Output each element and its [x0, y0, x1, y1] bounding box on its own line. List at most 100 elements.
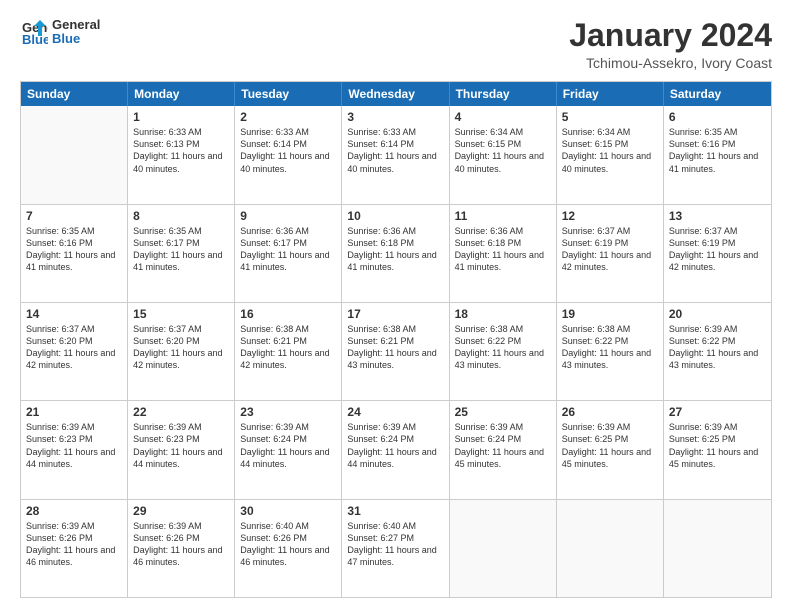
- day-number: 14: [26, 307, 122, 321]
- day-number: 29: [133, 504, 229, 518]
- logo-line1: General: [52, 18, 100, 32]
- header-day-tuesday: Tuesday: [235, 82, 342, 106]
- logo-line2: Blue: [52, 32, 100, 46]
- calendar-cell-1-1: 8 Sunrise: 6:35 AMSunset: 6:17 PMDaylight…: [128, 205, 235, 302]
- calendar-cell-2-0: 14 Sunrise: 6:37 AMSunset: 6:20 PMDayligh…: [21, 303, 128, 400]
- calendar-body: 1Sunrise: 6:33 AMSunset: 6:13 PMDaylight…: [21, 106, 771, 597]
- calendar-cell-3-4: 25 Sunrise: 6:39 AMSunset: 6:24 PMDayligh…: [450, 401, 557, 498]
- cell-info: Sunrise: 6:40 AMSunset: 6:27 PMDaylight:…: [347, 520, 443, 569]
- day-number: 10: [347, 209, 443, 223]
- calendar-cell-0-0: [21, 106, 128, 203]
- calendar-cell-4-4: [450, 500, 557, 597]
- calendar-cell-0-1: 1Sunrise: 6:33 AMSunset: 6:13 PMDaylight…: [128, 106, 235, 203]
- calendar-cell-3-5: 26Sunrise: 6:39 AMSunset: 6:25 PMDayligh…: [557, 401, 664, 498]
- cell-info: Sunrise: 6:37 AMSunset: 6:19 PMDaylight:…: [669, 225, 766, 274]
- calendar-cell-3-0: 21 Sunrise: 6:39 AMSunset: 6:23 PMDayligh…: [21, 401, 128, 498]
- calendar-header: SundayMondayTuesdayWednesdayThursdayFrid…: [21, 82, 771, 106]
- header-day-saturday: Saturday: [664, 82, 771, 106]
- calendar-row-4: 28 Sunrise: 6:39 AMSunset: 6:26 PMDayligh…: [21, 499, 771, 597]
- cell-info: Sunrise: 6:34 AMSunset: 6:15 PMDaylight:…: [455, 126, 551, 175]
- calendar: SundayMondayTuesdayWednesdayThursdayFrid…: [20, 81, 772, 598]
- day-number: 31: [347, 504, 443, 518]
- calendar-row-3: 21 Sunrise: 6:39 AMSunset: 6:23 PMDayligh…: [21, 400, 771, 498]
- day-number: 26: [562, 405, 658, 419]
- title-block: January 2024 Tchimou-Assekro, Ivory Coas…: [569, 18, 772, 71]
- day-number: 24: [347, 405, 443, 419]
- day-number: 18: [455, 307, 551, 321]
- day-number: 6: [669, 110, 766, 124]
- cell-info: Sunrise: 6:39 AMSunset: 6:24 PMDaylight:…: [240, 421, 336, 470]
- calendar-cell-2-3: 17Sunrise: 6:38 AMSunset: 6:21 PMDayligh…: [342, 303, 449, 400]
- calendar-cell-1-6: 13 Sunrise: 6:37 AMSunset: 6:19 PMDayligh…: [664, 205, 771, 302]
- cell-info: Sunrise: 6:33 AMSunset: 6:14 PMDaylight:…: [240, 126, 336, 175]
- calendar-cell-1-5: 12Sunrise: 6:37 AMSunset: 6:19 PMDayligh…: [557, 205, 664, 302]
- cell-info: Sunrise: 6:37 AMSunset: 6:19 PMDaylight:…: [562, 225, 658, 274]
- calendar-cell-4-1: 29Sunrise: 6:39 AMSunset: 6:26 PMDayligh…: [128, 500, 235, 597]
- calendar-cell-1-4: 11Sunrise: 6:36 AMSunset: 6:18 PMDayligh…: [450, 205, 557, 302]
- month-year-title: January 2024: [569, 18, 772, 53]
- calendar-cell-4-0: 28 Sunrise: 6:39 AMSunset: 6:26 PMDayligh…: [21, 500, 128, 597]
- cell-info: Sunrise: 6:37 AMSunset: 6:20 PMDaylight:…: [26, 323, 122, 372]
- day-number: 28: [26, 504, 122, 518]
- calendar-row-1: 7 Sunrise: 6:35 AMSunset: 6:16 PMDaylight…: [21, 204, 771, 302]
- header-day-thursday: Thursday: [450, 82, 557, 106]
- page: General Blue General Blue January 2024 T…: [0, 0, 792, 612]
- day-number: 20: [669, 307, 766, 321]
- calendar-cell-3-1: 22Sunrise: 6:39 AMSunset: 6:23 PMDayligh…: [128, 401, 235, 498]
- cell-info: Sunrise: 6:38 AMSunset: 6:21 PMDaylight:…: [240, 323, 336, 372]
- day-number: 2: [240, 110, 336, 124]
- day-number: 7: [26, 209, 122, 223]
- cell-info: Sunrise: 6:39 AMSunset: 6:22 PMDaylight:…: [669, 323, 766, 372]
- day-number: 3: [347, 110, 443, 124]
- day-number: 8: [133, 209, 229, 223]
- cell-info: Sunrise: 6:39 AMSunset: 6:25 PMDaylight:…: [669, 421, 766, 470]
- day-number: 21: [26, 405, 122, 419]
- day-number: 16: [240, 307, 336, 321]
- cell-info: Sunrise: 6:39 AMSunset: 6:26 PMDaylight:…: [26, 520, 122, 569]
- calendar-row-2: 14 Sunrise: 6:37 AMSunset: 6:20 PMDayligh…: [21, 302, 771, 400]
- header-day-wednesday: Wednesday: [342, 82, 449, 106]
- calendar-cell-2-4: 18 Sunrise: 6:38 AMSunset: 6:22 PMDayligh…: [450, 303, 557, 400]
- calendar-cell-4-3: 31 Sunrise: 6:40 AMSunset: 6:27 PMDayligh…: [342, 500, 449, 597]
- header-day-sunday: Sunday: [21, 82, 128, 106]
- calendar-cell-1-2: 9 Sunrise: 6:36 AMSunset: 6:17 PMDaylight…: [235, 205, 342, 302]
- location-label: Tchimou-Assekro, Ivory Coast: [569, 55, 772, 71]
- day-number: 9: [240, 209, 336, 223]
- calendar-cell-1-3: 10 Sunrise: 6:36 AMSunset: 6:18 PMDayligh…: [342, 205, 449, 302]
- calendar-cell-0-3: 3 Sunrise: 6:33 AMSunset: 6:14 PMDaylight…: [342, 106, 449, 203]
- cell-info: Sunrise: 6:35 AMSunset: 6:16 PMDaylight:…: [669, 126, 766, 175]
- cell-info: Sunrise: 6:39 AMSunset: 6:23 PMDaylight:…: [133, 421, 229, 470]
- logo: General Blue General Blue: [20, 18, 100, 47]
- day-number: 17: [347, 307, 443, 321]
- header-day-monday: Monday: [128, 82, 235, 106]
- day-number: 30: [240, 504, 336, 518]
- cell-info: Sunrise: 6:37 AMSunset: 6:20 PMDaylight:…: [133, 323, 229, 372]
- cell-info: Sunrise: 6:33 AMSunset: 6:14 PMDaylight:…: [347, 126, 443, 175]
- day-number: 19: [562, 307, 658, 321]
- day-number: 13: [669, 209, 766, 223]
- calendar-cell-4-5: [557, 500, 664, 597]
- day-number: 5: [562, 110, 658, 124]
- cell-info: Sunrise: 6:36 AMSunset: 6:17 PMDaylight:…: [240, 225, 336, 274]
- calendar-cell-0-2: 2 Sunrise: 6:33 AMSunset: 6:14 PMDaylight…: [235, 106, 342, 203]
- day-number: 23: [240, 405, 336, 419]
- calendar-cell-2-2: 16 Sunrise: 6:38 AMSunset: 6:21 PMDayligh…: [235, 303, 342, 400]
- cell-info: Sunrise: 6:39 AMSunset: 6:23 PMDaylight:…: [26, 421, 122, 470]
- cell-info: Sunrise: 6:36 AMSunset: 6:18 PMDaylight:…: [455, 225, 551, 274]
- cell-info: Sunrise: 6:40 AMSunset: 6:26 PMDaylight:…: [240, 520, 336, 569]
- cell-info: Sunrise: 6:38 AMSunset: 6:22 PMDaylight:…: [455, 323, 551, 372]
- day-number: 25: [455, 405, 551, 419]
- cell-info: Sunrise: 6:36 AMSunset: 6:18 PMDaylight:…: [347, 225, 443, 274]
- calendar-row-0: 1Sunrise: 6:33 AMSunset: 6:13 PMDaylight…: [21, 106, 771, 203]
- svg-text:Blue: Blue: [22, 32, 48, 46]
- cell-info: Sunrise: 6:35 AMSunset: 6:16 PMDaylight:…: [26, 225, 122, 274]
- calendar-cell-3-2: 23 Sunrise: 6:39 AMSunset: 6:24 PMDayligh…: [235, 401, 342, 498]
- cell-info: Sunrise: 6:35 AMSunset: 6:17 PMDaylight:…: [133, 225, 229, 274]
- calendar-cell-2-5: 19Sunrise: 6:38 AMSunset: 6:22 PMDayligh…: [557, 303, 664, 400]
- calendar-cell-3-6: 27Sunrise: 6:39 AMSunset: 6:25 PMDayligh…: [664, 401, 771, 498]
- calendar-cell-2-6: 20 Sunrise: 6:39 AMSunset: 6:22 PMDayligh…: [664, 303, 771, 400]
- calendar-cell-1-0: 7 Sunrise: 6:35 AMSunset: 6:16 PMDaylight…: [21, 205, 128, 302]
- cell-info: Sunrise: 6:39 AMSunset: 6:24 PMDaylight:…: [455, 421, 551, 470]
- day-number: 1: [133, 110, 229, 124]
- calendar-cell-0-5: 5Sunrise: 6:34 AMSunset: 6:15 PMDaylight…: [557, 106, 664, 203]
